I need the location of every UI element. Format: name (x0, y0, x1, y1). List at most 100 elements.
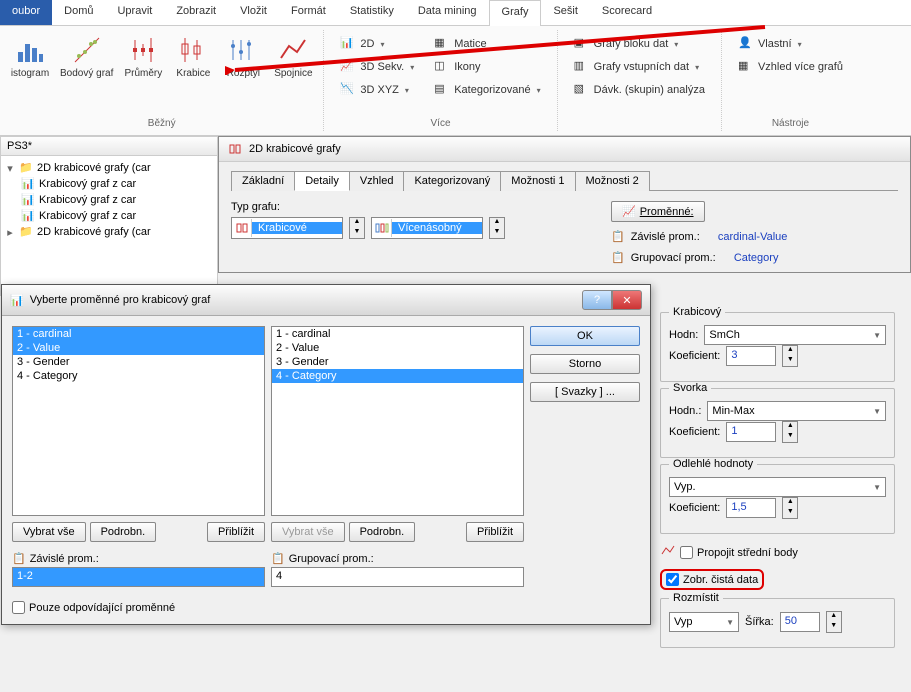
btn-details-1[interactable]: Podrobn. (90, 522, 157, 542)
cancel-button[interactable]: Storno (530, 354, 640, 374)
btn-details-2[interactable]: Podrobn. (349, 522, 416, 542)
chk-connect-input[interactable] (680, 546, 693, 559)
ribbon-boxplot[interactable]: Krabice (169, 32, 217, 82)
user-icon: 👤 (738, 36, 754, 52)
list-item[interactable]: 4 - Category (13, 369, 264, 383)
ribbon-lines[interactable]: Spojnice (269, 32, 317, 82)
btn-promenne[interactable]: 📈Proměnné: (611, 201, 705, 222)
ribbon-vlastni[interactable]: 👤Vlastní▾ (734, 34, 847, 54)
box-hodn-select[interactable]: SmCh▼ (704, 325, 886, 345)
ribbon-davk[interactable]: ▧Dávk. (skupin) analýza (570, 80, 709, 100)
menu-soubor[interactable]: oubor (0, 0, 52, 25)
box-koef-input[interactable]: 3 (726, 346, 776, 366)
ribbon-group-block: ▣Grafy bloku dat▾ ▥Grafy vstupních dat▾ … (558, 30, 722, 131)
list-item[interactable]: 2 - Value (13, 341, 264, 355)
spin-typ1[interactable]: ▲▼ (349, 217, 365, 239)
menu-scorecard[interactable]: Scorecard (590, 0, 664, 25)
ribbon-histogram[interactable]: istogram (6, 32, 54, 82)
combo-typ1[interactable]: Krabicové (231, 217, 343, 239)
chk-only-matching-input[interactable] (12, 601, 25, 614)
dep-field-input[interactable]: 1-2 (12, 567, 265, 587)
collapse-icon[interactable]: ▾ (5, 162, 15, 175)
rozmistit-width-input[interactable]: 50 (780, 612, 820, 632)
grp-value[interactable]: Category (734, 252, 779, 264)
spin-outliers-koef[interactable]: ▲▼ (782, 497, 798, 519)
ribbon-ikony[interactable]: ◫Ikony (430, 57, 544, 77)
ribbon-3dsekv[interactable]: 📈3D Sekv.▾ (336, 57, 418, 77)
batch-icon: ▧ (574, 82, 590, 98)
menu-upravit[interactable]: Upravit (105, 0, 164, 25)
whisker-hodn-select[interactable]: Min-Max▼ (707, 401, 886, 421)
expand-icon[interactable]: ▸ (5, 226, 15, 239)
tab-zakladni[interactable]: Základní (231, 171, 295, 191)
menu-grafy[interactable]: Grafy (489, 0, 542, 26)
menu-domu[interactable]: Domů (52, 0, 105, 25)
btn-zoom-1[interactable]: Přiblížit (207, 522, 265, 542)
tree-folder-1[interactable]: ▾📁2D krabicové grafy (car (3, 160, 215, 176)
chk-rawdata-input[interactable] (666, 573, 679, 586)
listbox-2[interactable]: 1 - cardinal 2 - Value 3 - Gender 4 - Ca… (271, 326, 524, 516)
list-item[interactable]: 3 - Gender (13, 355, 264, 369)
combo-typ2[interactable]: Vícenásobný (371, 217, 483, 239)
menu-sesit[interactable]: Sešit (541, 0, 589, 25)
list-col-1: 1 - cardinal 2 - Value 3 - Gender 4 - Ca… (12, 326, 265, 614)
dep-label: Závislé prom.: (631, 231, 700, 243)
ribbon-scatter[interactable]: Bodový graf (56, 32, 117, 82)
list-item[interactable]: 1 - cardinal (13, 327, 264, 341)
listbox-1[interactable]: 1 - cardinal 2 - Value 3 - Gender 4 - Ca… (12, 326, 265, 516)
ribbon-3dxyz[interactable]: 📉3D XYZ▾ (336, 80, 418, 100)
ribbon-matice[interactable]: ▦Matice (430, 34, 544, 54)
tree-item-1[interactable]: 📊Krabicový graf z car (3, 176, 215, 192)
chk-rawdata[interactable]: Zobr. čistá data (666, 573, 758, 586)
spin-whisker-koef[interactable]: ▲▼ (782, 421, 798, 443)
outliers-koef-input[interactable]: 1,5 (726, 498, 776, 518)
ok-button[interactable]: OK (530, 326, 640, 346)
whisker-koef-label: Koeficient: (669, 426, 720, 438)
ribbon-grafy-vstupnich[interactable]: ▥Grafy vstupních dat▾ (570, 57, 709, 77)
list-item[interactable]: 2 - Value (272, 341, 523, 355)
dialog-boxplot-title: 2D krabicové grafy (219, 137, 910, 162)
list-item[interactable]: 4 - Category (272, 369, 523, 383)
ribbon-means[interactable]: Průměry (119, 32, 167, 82)
menu-vlozit[interactable]: Vložit (228, 0, 279, 25)
spin-typ2[interactable]: ▲▼ (489, 217, 505, 239)
whisker-hodn-label: Hodn.: (669, 405, 701, 417)
grp-field-input[interactable]: 4 (271, 567, 524, 587)
close-button[interactable]: ✕ (612, 290, 642, 310)
spin-box-koef[interactable]: ▲▼ (782, 345, 798, 367)
list-item[interactable]: 3 - Gender (272, 355, 523, 369)
tab-kategorizovany[interactable]: Kategorizovaný (403, 171, 501, 191)
btn-selectall-2[interactable]: Vybrat vše (271, 522, 345, 542)
list-icon: 📋 (271, 552, 285, 565)
help-button[interactable]: ? (582, 290, 612, 310)
menu-format[interactable]: Formát (279, 0, 338, 25)
tab-moznosti2[interactable]: Možnosti 2 (575, 171, 650, 191)
list-item[interactable]: 1 - cardinal (272, 327, 523, 341)
dep-value[interactable]: cardinal-Value (718, 231, 788, 243)
ribbon-grafy-bloku[interactable]: ▣Grafy bloku dat▾ (570, 34, 709, 54)
ribbon-2d[interactable]: 📊2D▾ (336, 34, 418, 54)
btn-selectall-1[interactable]: Vybrat vše (12, 522, 86, 542)
outliers-koef-label: Koeficient: (669, 502, 720, 514)
tab-moznosti1[interactable]: Možnosti 1 (500, 171, 575, 191)
tab-vzhled[interactable]: Vzhled (349, 171, 405, 191)
ribbon-variance[interactable]: Rozptyl (219, 32, 267, 82)
dialog-icon: 📊 (10, 294, 24, 307)
chk-connect[interactable]: Propojit střední body (660, 544, 895, 561)
btn-zoom-2[interactable]: Přiblížit (466, 522, 524, 542)
rozmistit-mode[interactable]: Vyp▼ (669, 612, 739, 632)
whisker-koef-input[interactable]: 1 (726, 422, 776, 442)
menu-statistiky[interactable]: Statistiky (338, 0, 406, 25)
chk-only-matching[interactable]: Pouze odpovídající proměnné (12, 601, 265, 614)
outliers-mode-select[interactable]: Vyp.▼ (669, 477, 886, 497)
spin-rozmistit[interactable]: ▲▼ (826, 611, 842, 633)
tree-folder-2[interactable]: ▸📁2D krabicové grafy (car (3, 224, 215, 240)
bundles-button[interactable]: [ Svazky ] ... (530, 382, 640, 402)
tree-item-3[interactable]: 📊Krabicový graf z car (3, 208, 215, 224)
tab-detaily[interactable]: Detaily (294, 171, 350, 191)
ribbon-vzhled[interactable]: ▦Vzhled více grafů (734, 57, 847, 77)
menu-zobrazit[interactable]: Zobrazit (164, 0, 228, 25)
tree-item-2[interactable]: 📊Krabicový graf z car (3, 192, 215, 208)
ribbon-kategorizovane[interactable]: ▤Kategorizované▾ (430, 80, 544, 100)
menu-datamining[interactable]: Data mining (406, 0, 489, 25)
